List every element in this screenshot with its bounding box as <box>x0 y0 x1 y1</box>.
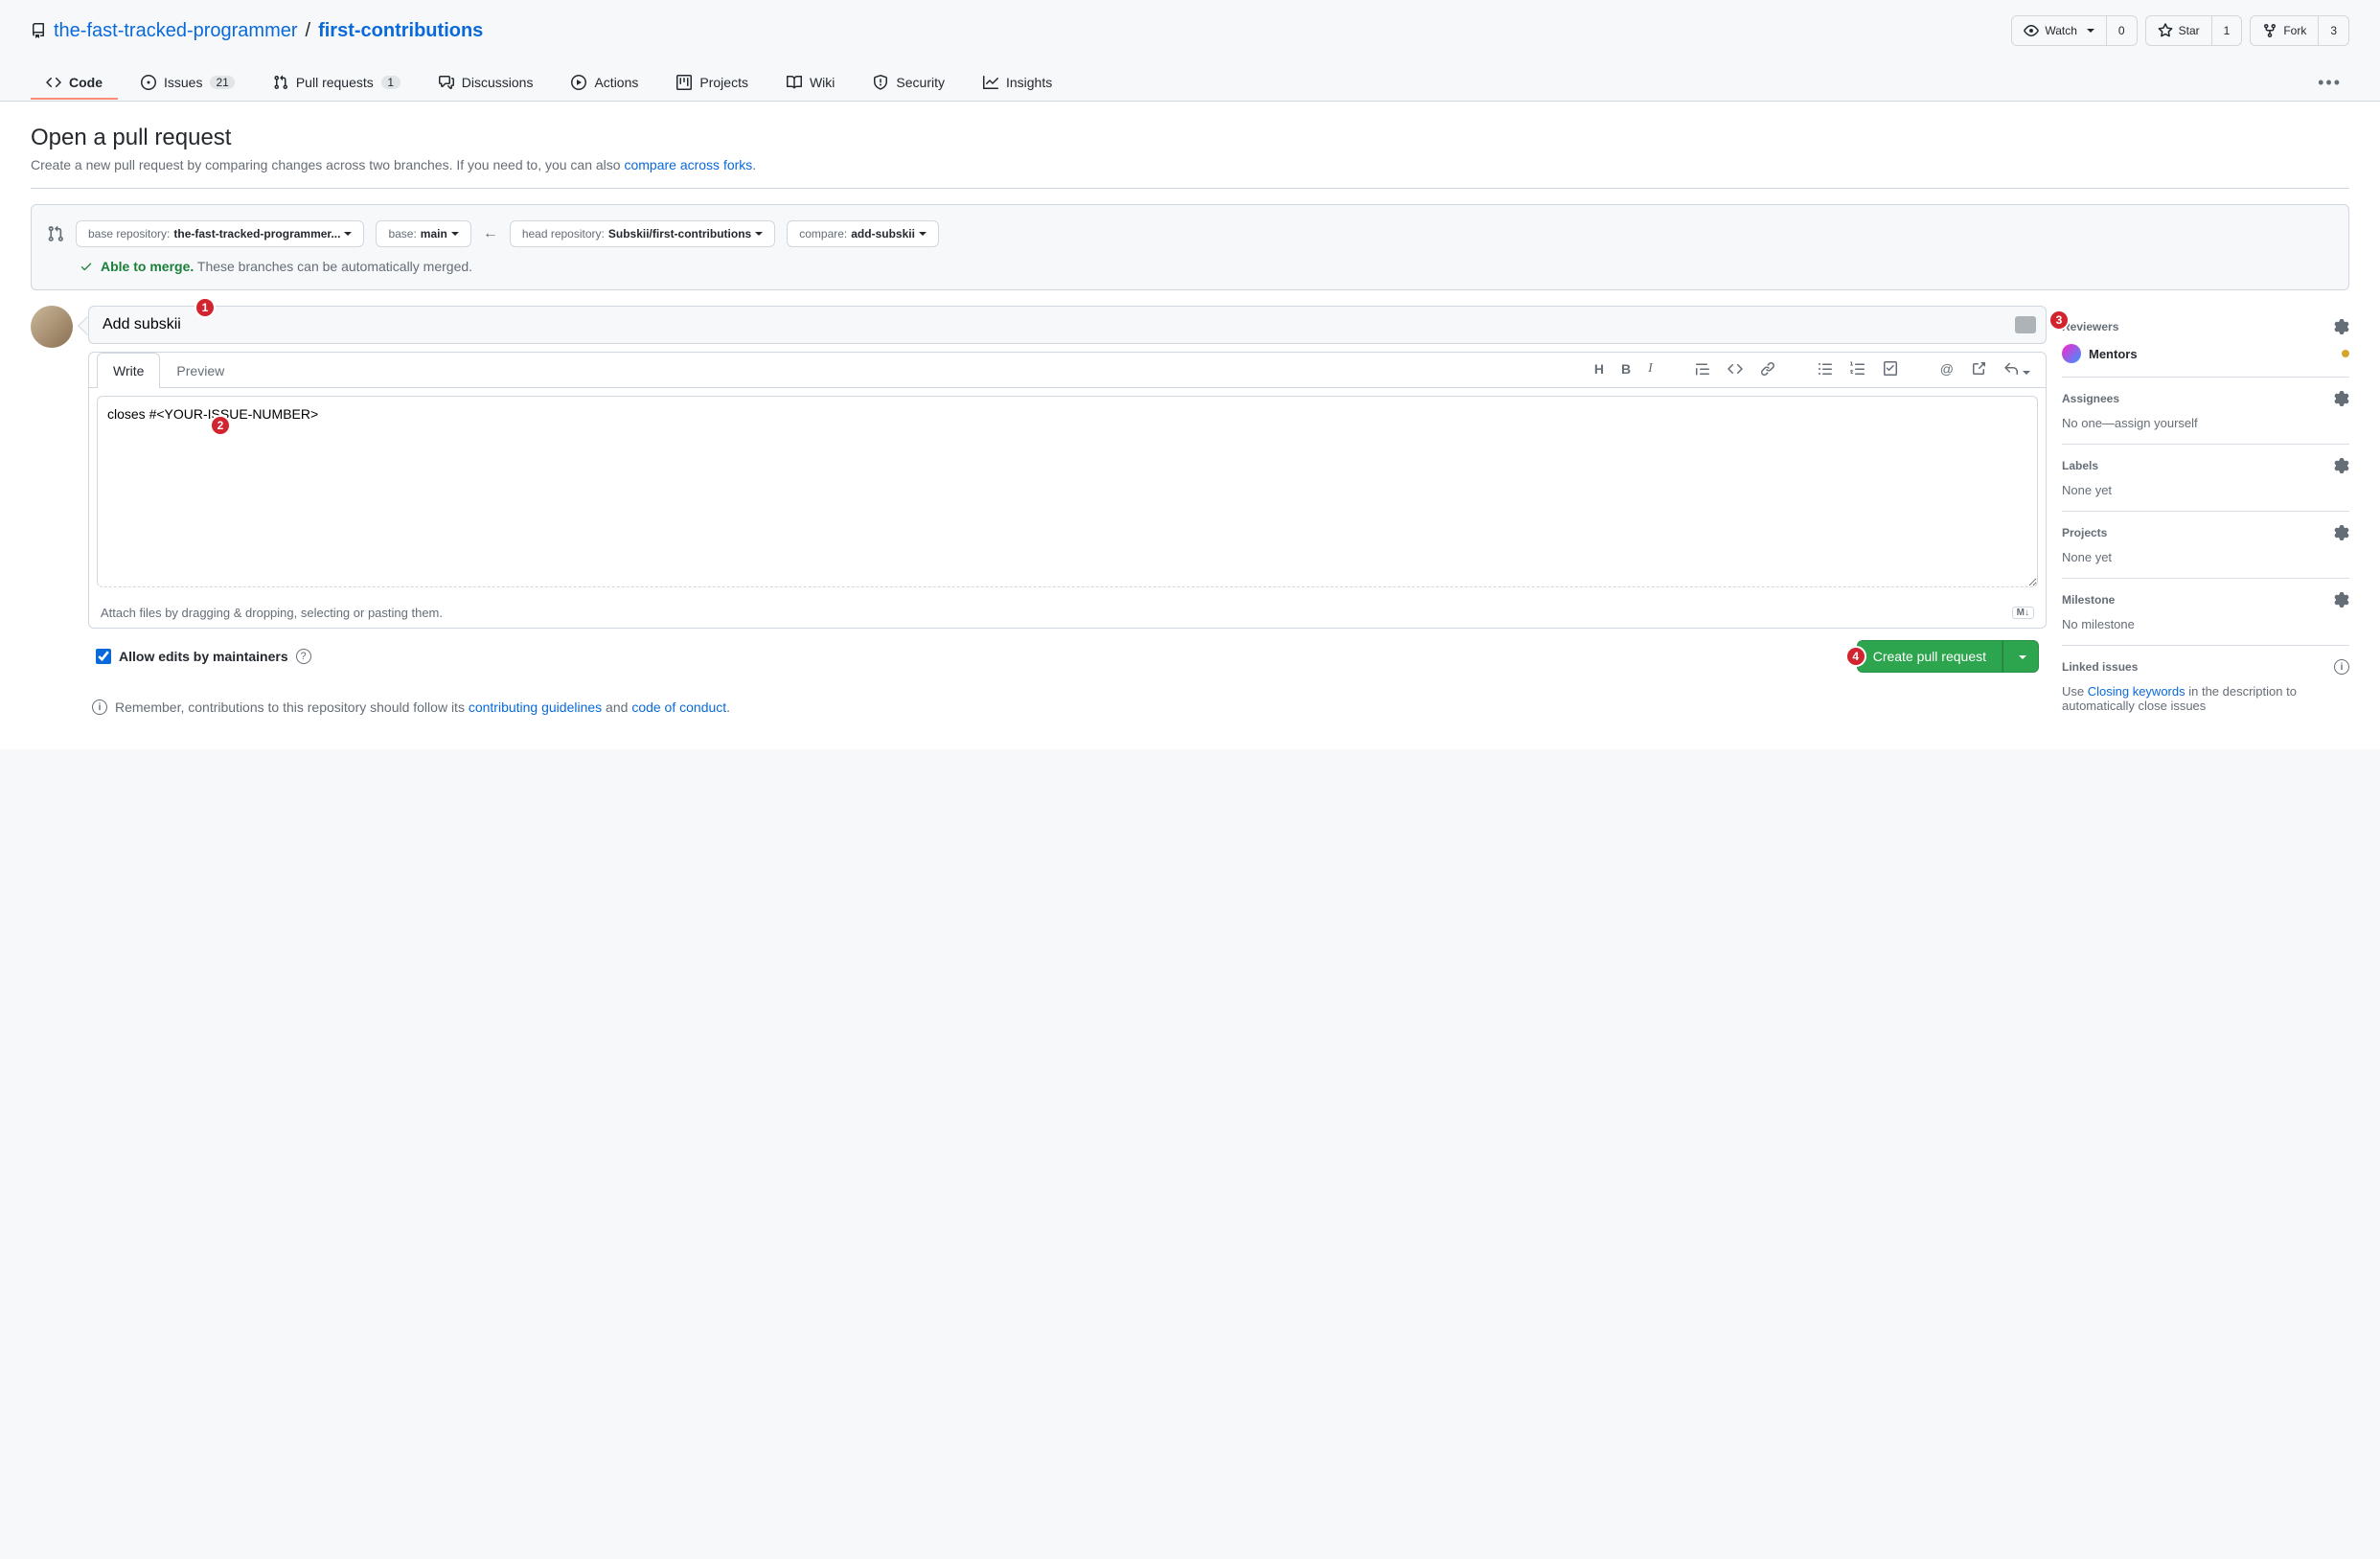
bold-icon[interactable]: B <box>1621 361 1631 379</box>
compare-forks-link[interactable]: compare across forks <box>624 157 752 172</box>
issue-icon <box>141 75 156 90</box>
compare-branch-select[interactable]: compare: add-subskii <box>787 220 939 247</box>
kebab-menu[interactable]: ••• <box>2310 65 2349 101</box>
italic-icon[interactable]: I <box>1648 361 1653 379</box>
tab-actions[interactable]: Actions <box>556 67 653 100</box>
repo-icon <box>31 23 46 38</box>
keyboard-shortcut-icon <box>2015 316 2036 333</box>
base-repo-select[interactable]: base repository: the-fast-tracked-progra… <box>76 220 364 247</box>
cross-ref-icon[interactable] <box>1971 361 1986 379</box>
star-button[interactable]: Star <box>2145 15 2212 46</box>
gear-icon[interactable] <box>2334 458 2349 473</box>
watch-button[interactable]: Watch <box>2011 15 2107 46</box>
watch-count[interactable]: 0 <box>2107 15 2138 46</box>
eye-icon <box>2024 23 2039 38</box>
pr-body-textarea[interactable] <box>97 396 2038 587</box>
star-count[interactable]: 1 <box>2212 15 2243 46</box>
preview-tab[interactable]: Preview <box>160 353 240 388</box>
code-icon[interactable] <box>1728 361 1743 379</box>
arrow-left-icon: ← <box>483 225 498 242</box>
review-pending-dot <box>2342 350 2349 357</box>
attach-hint[interactable]: Attach files by dragging & dropping, sel… <box>101 606 443 620</box>
page-subtitle: Create a new pull request by comparing c… <box>31 157 2349 172</box>
info-icon[interactable]: i <box>2334 659 2349 675</box>
conduct-link[interactable]: code of conduct <box>631 699 726 715</box>
discussion-icon <box>439 75 454 90</box>
annotation-3: 3 <box>2048 310 2070 331</box>
star-icon <box>2158 23 2173 38</box>
fork-icon <box>2262 23 2277 38</box>
fork-button[interactable]: Fork <box>2250 15 2319 46</box>
gear-icon[interactable] <box>2334 391 2349 406</box>
shield-icon <box>873 75 888 90</box>
compare-icon <box>47 225 64 242</box>
allow-edits-checkbox[interactable] <box>96 649 111 664</box>
write-tab[interactable]: Write <box>97 353 160 388</box>
tasklist-icon[interactable] <box>1883 361 1898 379</box>
link-icon[interactable] <box>1760 361 1775 379</box>
compare-box: base repository: the-fast-tracked-progra… <box>31 204 2349 290</box>
book-icon <box>787 75 802 90</box>
create-pr-button[interactable]: Create pull request <box>1857 640 2002 673</box>
heading-icon[interactable]: H <box>1594 361 1604 379</box>
allow-edits-label[interactable]: Allow edits by maintainers ? <box>96 649 311 664</box>
bullet-list-icon[interactable] <box>1818 361 1833 379</box>
milestone-title[interactable]: Milestone <box>2062 593 2115 607</box>
number-list-icon[interactable] <box>1850 361 1865 379</box>
tab-wiki[interactable]: Wiki <box>771 67 850 100</box>
repo-name-link[interactable]: first-contributions <box>318 20 483 42</box>
reviewer-mentors[interactable]: Mentors <box>2089 347 2138 361</box>
reviewers-title[interactable]: Reviewers <box>2062 320 2118 333</box>
tab-code[interactable]: Code <box>31 67 118 100</box>
tab-security[interactable]: Security <box>858 67 960 100</box>
labels-title[interactable]: Labels <box>2062 459 2098 472</box>
base-branch-select[interactable]: base: main <box>376 220 470 247</box>
assignees-title[interactable]: Assignees <box>2062 392 2119 405</box>
fork-count[interactable]: 3 <box>2319 15 2349 46</box>
annotation-4: 4 <box>1845 646 1866 667</box>
pull-request-icon <box>273 75 288 90</box>
tab-pulls[interactable]: Pull requests 1 <box>258 67 416 100</box>
quote-icon[interactable] <box>1695 361 1710 379</box>
tab-projects[interactable]: Projects <box>661 67 764 100</box>
check-icon <box>80 260 93 273</box>
play-icon <box>571 75 586 90</box>
annotation-1: 1 <box>195 297 216 318</box>
project-icon <box>676 75 692 90</box>
projects-title[interactable]: Projects <box>2062 526 2107 539</box>
contributing-link[interactable]: contributing guidelines <box>469 699 602 715</box>
user-avatar[interactable] <box>31 306 73 348</box>
tab-issues[interactable]: Issues 21 <box>126 67 250 100</box>
pulls-count: 1 <box>381 76 400 89</box>
linked-issues-title: Linked issues <box>2062 660 2138 674</box>
annotation-2: 2 <box>210 415 231 436</box>
gear-icon[interactable] <box>2334 525 2349 540</box>
mentors-avatar <box>2062 344 2081 363</box>
reply-icon[interactable] <box>2003 361 2030 379</box>
info-icon: i <box>92 699 107 715</box>
repo-owner-link[interactable]: the-fast-tracked-programmer <box>54 20 298 42</box>
markdown-badge[interactable]: M↓ <box>2012 607 2034 619</box>
repo-breadcrumb: the-fast-tracked-programmer / first-cont… <box>31 20 483 42</box>
help-icon[interactable]: ? <box>296 649 311 664</box>
closing-keywords-link[interactable]: Closing keywords <box>2088 684 2185 699</box>
page-title: Open a pull request <box>31 125 2349 151</box>
mention-icon[interactable]: @ <box>1940 361 1954 379</box>
gear-icon[interactable] <box>2334 319 2349 334</box>
graph-icon <box>983 75 998 90</box>
head-repo-select[interactable]: head repository: Subskii/first-contribut… <box>510 220 775 247</box>
issues-count: 21 <box>210 76 234 89</box>
gear-icon[interactable] <box>2334 592 2349 608</box>
create-pr-dropdown[interactable] <box>2002 640 2039 673</box>
code-icon <box>46 75 61 90</box>
tab-insights[interactable]: Insights <box>968 67 1067 100</box>
assign-yourself-link[interactable]: assign yourself <box>2115 416 2198 430</box>
pr-title-input[interactable] <box>89 307 2046 343</box>
tab-discussions[interactable]: Discussions <box>423 67 549 100</box>
